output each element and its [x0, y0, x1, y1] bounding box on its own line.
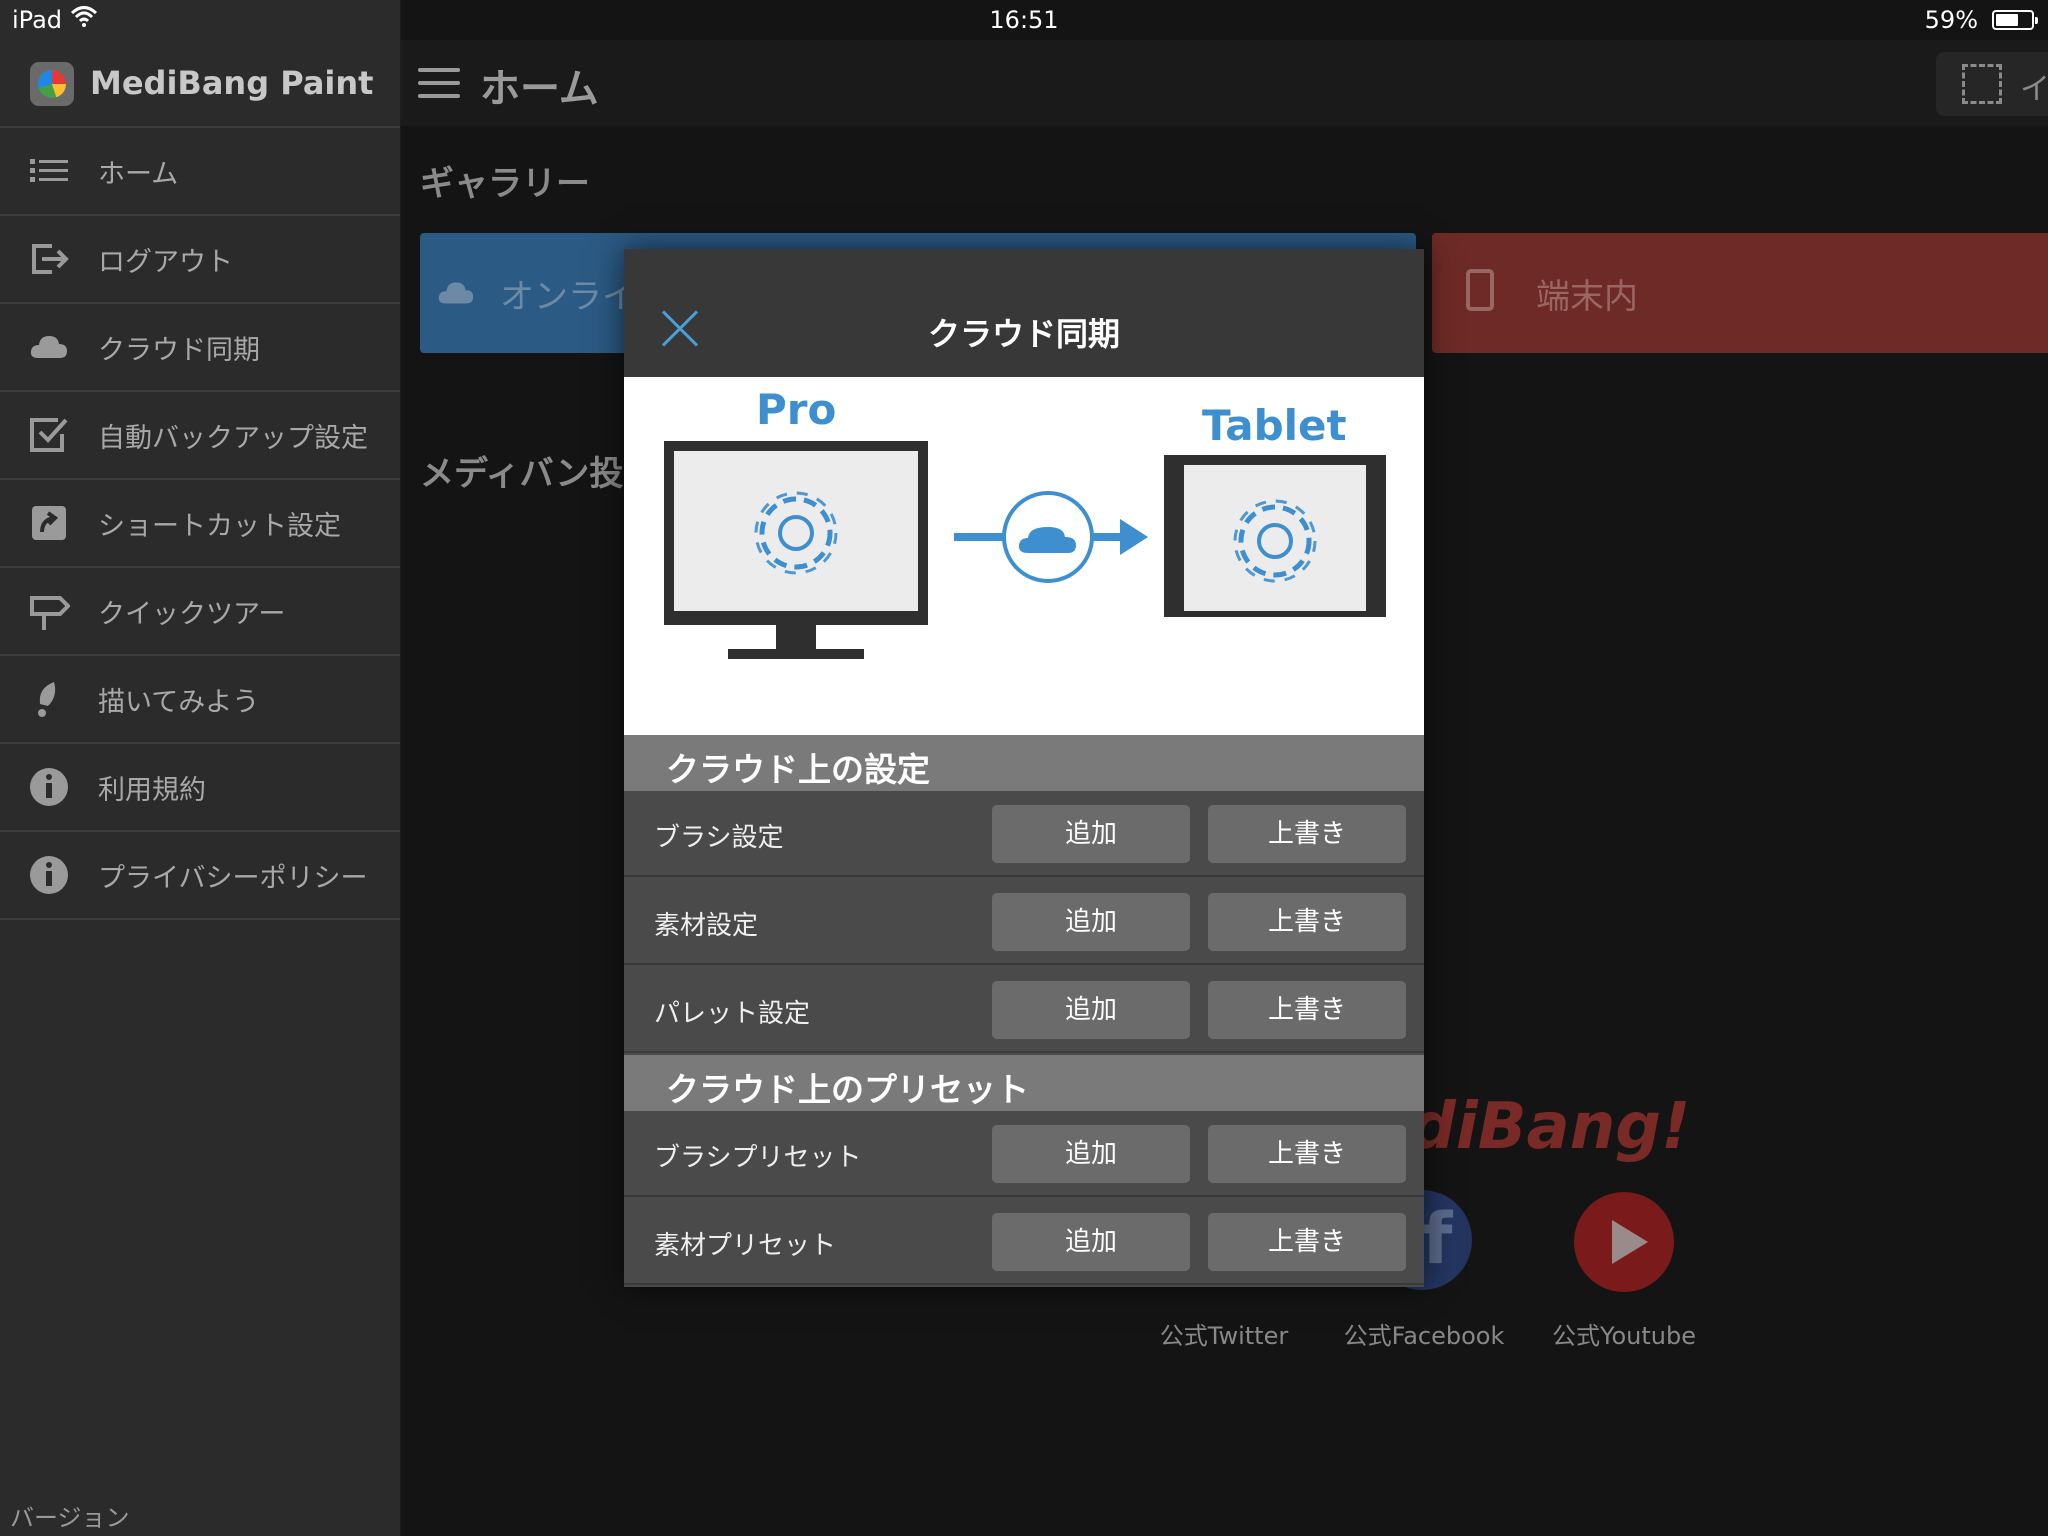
youtube-button[interactable] [1574, 1192, 1674, 1292]
setting-label: 素材プリセット [654, 1231, 837, 1261]
sidebar-header: MediBang Paint [0, 40, 400, 128]
sidebar-item-privacy-policy[interactable]: プライバシーポリシー [0, 832, 400, 920]
setting-row-material-preset: 素材プリセット 追加 上書き [624, 1199, 1424, 1285]
info-icon [30, 856, 68, 894]
tablet-device-icon [1164, 455, 1386, 617]
setting-label: ブラシ設定 [654, 823, 784, 853]
sidebar-item-shortcut[interactable]: ショートカット設定 [0, 480, 400, 568]
overwrite-button[interactable]: 上書き [1208, 805, 1406, 863]
checkbox-icon [30, 418, 68, 452]
setting-label: パレット設定 [654, 999, 811, 1029]
add-button[interactable]: 追加 [992, 805, 1190, 863]
setting-row-palette: パレット設定 追加 上書き [624, 967, 1424, 1053]
facebook-label[interactable]: 公式Facebook [1324, 1316, 1524, 1351]
dialog-title: クラウド同期 [927, 315, 1120, 353]
add-button[interactable]: 追加 [992, 1213, 1190, 1271]
medibang-logo: diBang! [1410, 1090, 1691, 1164]
play-icon [1612, 1220, 1648, 1264]
monitor-icon [664, 441, 928, 659]
tablet-icon [1466, 269, 1494, 311]
clock: 16:51 [989, 6, 1059, 34]
app-logo-icon [30, 62, 74, 106]
info-icon [30, 768, 68, 806]
sync-illustration [664, 441, 1386, 659]
cloud-sync-dialog: クラウド同期 Pro Tablet クラウド上の設定 ブラシ設定 追加 上書き … [624, 249, 1424, 1287]
sidebar-item-label: クラウド同期 [98, 335, 260, 366]
add-button[interactable]: 追加 [992, 981, 1190, 1039]
sidebar-item-home[interactable]: ホーム [0, 128, 400, 216]
overwrite-button[interactable]: 上書き [1208, 1213, 1406, 1271]
gallery-title: ギャラリー [420, 164, 590, 204]
sidebar-item-label: 自動バックアップ設定 [98, 423, 368, 454]
facebook-icon: f [1422, 1198, 1453, 1280]
section-title: クラウド上の設定 [666, 750, 930, 789]
sidebar-item-label: ログアウト [98, 247, 233, 278]
setting-row-brush: ブラシ設定 追加 上書き [624, 791, 1424, 877]
setting-row-material: 素材設定 追加 上書き [624, 879, 1424, 965]
shortcut-icon [32, 506, 66, 540]
sidebar-item-cloud-sync[interactable]: クラウド同期 [0, 304, 400, 392]
status-bar: iPad 16:51 59% [0, 0, 2048, 40]
section-title: クラウド上のプリセット [666, 1070, 1029, 1109]
sync-diagram: Pro Tablet [624, 377, 1424, 735]
sidebar-item-label: ホーム [98, 159, 179, 190]
youtube-label[interactable]: 公式Youtube [1524, 1316, 1724, 1351]
cloud-sync-arrow [954, 491, 1148, 583]
sidebar-item-terms[interactable]: 利用規約 [0, 744, 400, 832]
sidebar-item-label: 描いてみよう [98, 687, 260, 718]
device-tab-label: 端末内 [1536, 277, 1638, 317]
add-button[interactable]: 追加 [992, 893, 1190, 951]
image-button[interactable]: イ [1936, 52, 2048, 116]
sidebar: MediBang Paint ホーム ログアウト クラウド同期 自動バックアップ… [0, 0, 401, 1536]
sidebar-item-label: ショートカット設定 [98, 511, 341, 542]
sidebar-item-auto-backup[interactable]: 自動バックアップ設定 [0, 392, 400, 480]
setting-row-brush-preset: ブラシプリセット 追加 上書き [624, 1111, 1424, 1197]
list-icon [30, 159, 68, 182]
sidebar-item-quick-tour[interactable]: クイックツアー [0, 568, 400, 656]
signpost-icon [30, 596, 70, 630]
setting-label: ブラシプリセット [654, 1143, 862, 1173]
sidebar-item-lets-draw[interactable]: 描いてみよう [0, 656, 400, 744]
device-gallery-tab[interactable]: 端末内 [1432, 233, 2048, 353]
page-title: ホーム [480, 66, 599, 112]
online-tab-label: オンライ [500, 277, 636, 317]
sidebar-item-logout[interactable]: ログアウト [0, 216, 400, 304]
logout-icon [32, 244, 69, 274]
image-button-label: イ [2020, 72, 2048, 107]
add-button[interactable]: 追加 [992, 1125, 1190, 1183]
cloud-icon [30, 336, 67, 358]
section-header-cloud-settings: クラウド上の設定 [624, 735, 1424, 791]
battery-icon [1992, 10, 2038, 30]
medibang-post-title: メディバン投 [420, 454, 624, 494]
top-bar [401, 40, 2048, 126]
section-header-cloud-presets: クラウド上のプリセット [624, 1055, 1424, 1111]
sidebar-item-label: クイックツアー [98, 599, 286, 630]
version-label: バージョン [10, 1504, 130, 1532]
hamburger-menu-icon[interactable] [418, 68, 460, 100]
brush-icon [38, 682, 56, 717]
dialog-header: クラウド同期 [624, 249, 1424, 377]
overwrite-button[interactable]: 上書き [1208, 981, 1406, 1039]
app-title: MediBang Paint [90, 64, 374, 102]
image-icon [1962, 64, 2002, 104]
sidebar-item-label: 利用規約 [98, 775, 206, 806]
overwrite-button[interactable]: 上書き [1208, 893, 1406, 951]
cloud-icon [438, 282, 474, 304]
sidebar-item-label: プライバシーポリシー [98, 863, 368, 894]
twitter-label[interactable]: 公式Twitter [1124, 1316, 1324, 1351]
setting-label: 素材設定 [654, 911, 759, 941]
battery-percent: 59% [1924, 6, 1978, 34]
overwrite-button[interactable]: 上書き [1208, 1125, 1406, 1183]
